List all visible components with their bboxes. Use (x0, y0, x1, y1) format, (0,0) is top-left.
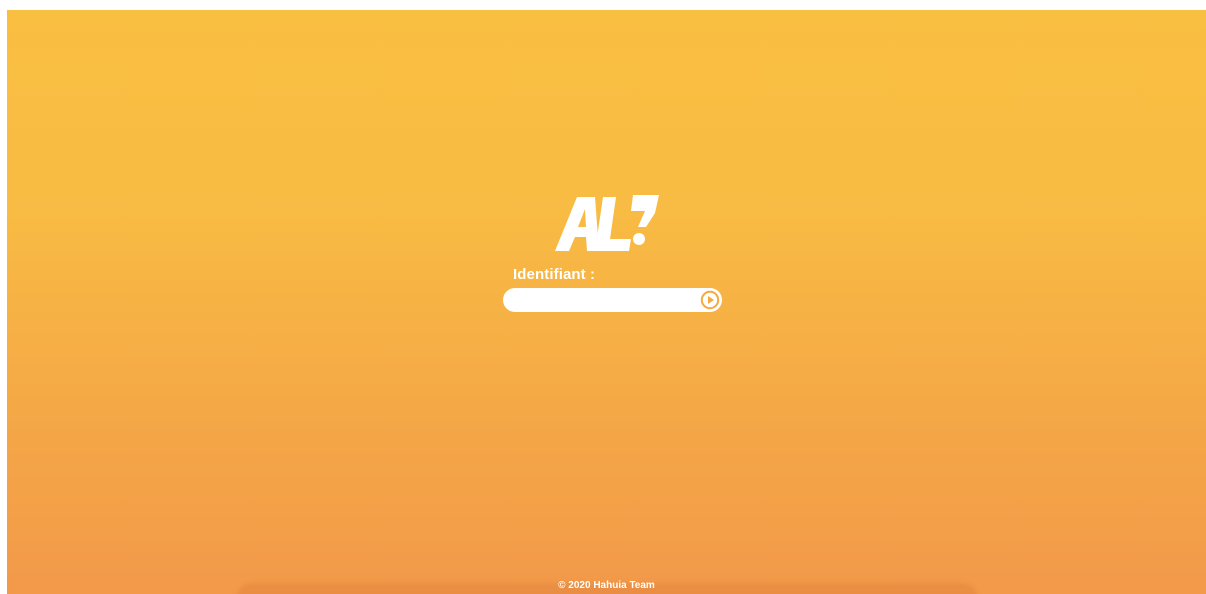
identifier-label: Identifiant : (513, 266, 596, 283)
brand-logo-graphic (555, 195, 659, 251)
brand-logo (555, 191, 679, 253)
identifier-field-wrapper (503, 288, 722, 312)
copyright-text: © 2020 Hahuia Team (558, 580, 655, 591)
identifier-input[interactable] (513, 288, 688, 312)
submit-button[interactable] (700, 290, 720, 310)
page-background: Identifiant : © 2020 Hahuia Team (7, 10, 1206, 594)
play-circle-icon (700, 290, 720, 310)
